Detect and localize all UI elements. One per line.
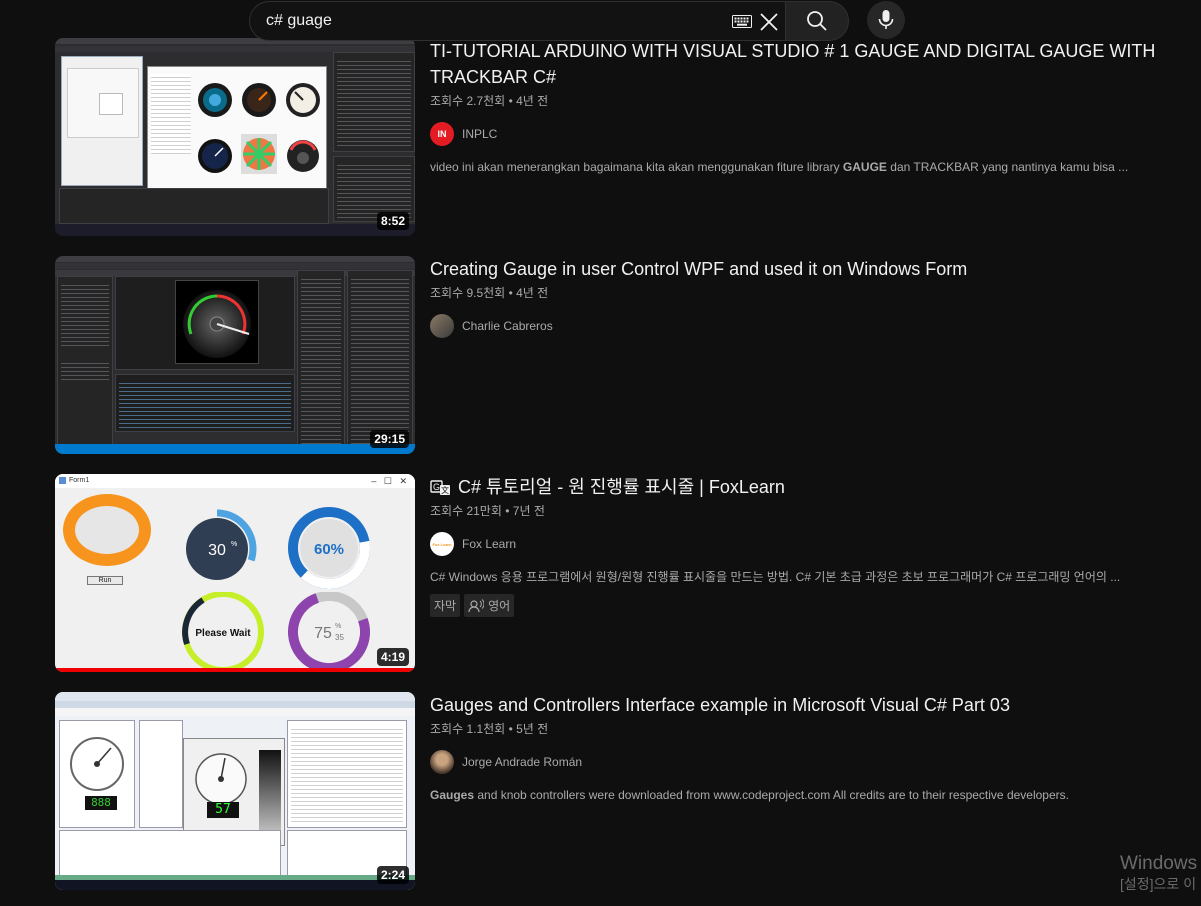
video-meta: 조회수 2.7천회 • 4년 전 <box>430 92 1170 110</box>
progress-60: 60% <box>288 507 370 589</box>
view-count: 조회수 9.5천회 <box>430 286 506 300</box>
view-count: 조회수 2.7천회 <box>430 94 506 108</box>
svg-text:%: % <box>335 623 341 630</box>
thumbnail-image: Form1 – ☐ ✕ Run 30 % 60% Please Wait 75 … <box>55 474 415 672</box>
window-title: Form1 <box>55 474 415 488</box>
window-controls-icon: – ☐ ✕ <box>371 476 407 486</box>
video-title[interactable]: Creating Gauge in user Control WPF and u… <box>430 256 1170 282</box>
meta-separator: • <box>508 94 513 108</box>
activation-watermark: Windows [설정]으로 이 <box>1120 853 1197 893</box>
progress-75: 75 % 35 <box>288 592 370 672</box>
meta-separator: • <box>505 504 510 518</box>
watermark-line: [설정]으로 이 <box>1120 876 1197 892</box>
digital-display: 57 <box>207 802 239 818</box>
channel-link[interactable]: Fox Learn Fox Learn <box>430 532 1170 556</box>
avatar-label: Fox Learn <box>432 541 452 547</box>
channel-link[interactable]: IN INPLC <box>430 122 1170 146</box>
video-description: C# Windows 응용 프로그램에서 원형/원형 진행률 표시줄을 만드는 … <box>430 570 1121 584</box>
video-title[interactable]: Gauges and Controllers Interface example… <box>430 692 1170 718</box>
orange-ring <box>63 494 151 566</box>
video-info: G 文 C# 튜토리얼 - 원 진행률 표시줄 | FoxLearn 조회수 2… <box>430 474 1170 617</box>
please-wait-indicator: Please Wait <box>182 592 264 672</box>
video-meta: 조회수 1.1천회 • 5년 전 <box>430 720 1170 738</box>
thumbnail-image <box>55 256 415 454</box>
channel-name[interactable]: Charlie Cabreros <box>462 319 553 333</box>
svg-text:35: 35 <box>335 633 344 642</box>
view-count: 조회수 21만회 <box>430 504 502 518</box>
channel-link[interactable]: Charlie Cabreros <box>430 314 1170 338</box>
avatar-label: IN <box>437 129 447 139</box>
description-text: video ini akan menerangkan bagaimana kit… <box>430 160 843 174</box>
video-thumbnail[interactable]: 8:52 <box>55 38 415 236</box>
svg-text:60%: 60% <box>314 541 344 558</box>
progress-30: 30 % <box>179 509 257 587</box>
video-meta: 조회수 9.5천회 • 4년 전 <box>430 284 1170 302</box>
upload-age: 4년 전 <box>516 94 549 108</box>
channel-link[interactable]: Jorge Andrade Román <box>430 750 1170 774</box>
video-duration: 2:24 <box>376 866 409 884</box>
language-label: 영어 <box>488 599 511 613</box>
video-description: video ini akan menerangkan bagaimana kit… <box>430 158 1170 176</box>
video-title[interactable]: TI-TUTORIAL ARDUINO WITH VISUAL STUDIO #… <box>430 38 1170 90</box>
thumbnail-image <box>55 38 415 236</box>
video-thumbnail[interactable]: 888 57 2:24 <box>55 692 415 890</box>
search-button[interactable] <box>785 1 849 41</box>
voice-search-button[interactable] <box>867 1 905 39</box>
app-icon <box>59 477 66 484</box>
badge-row: 자막 영어 <box>430 594 1170 617</box>
channel-name[interactable]: Fox Learn <box>462 537 516 551</box>
video-duration: 8:52 <box>376 212 409 230</box>
progress-bar <box>55 668 415 672</box>
video-meta: 조회수 21만회 • 7년 전 <box>430 502 1170 520</box>
watermark-line: Windows <box>1120 853 1198 874</box>
video-title-text[interactable]: C# 튜토리얼 - 원 진행률 표시줄 | FoxLearn <box>458 474 785 500</box>
view-count: 조회수 1.1천회 <box>430 722 506 736</box>
svg-text:%: % <box>231 541 237 548</box>
video-description: Gauges and knob controllers were downloa… <box>430 786 1170 804</box>
search-box[interactable] <box>249 1 785 41</box>
video-info: Gauges and Controllers Interface example… <box>430 692 1170 804</box>
video-info: Creating Gauge in user Control WPF and u… <box>430 256 1170 338</box>
close-icon[interactable] <box>758 11 780 33</box>
svg-text:G: G <box>433 482 440 492</box>
channel-name[interactable]: INPLC <box>462 127 497 141</box>
video-duration: 4:19 <box>376 648 409 666</box>
video-thumbnail[interactable]: 29:15 <box>55 256 415 454</box>
upload-age: 7년 전 <box>512 504 545 518</box>
video-thumbnail[interactable]: Form1 – ☐ ✕ Run 30 % 60% Please Wait 75 … <box>55 474 415 672</box>
svg-text:文: 文 <box>441 485 449 495</box>
svg-text:Please Wait: Please Wait <box>195 628 251 639</box>
thumbnail-image: 888 57 <box>55 692 415 890</box>
description-highlight: GAUGE <box>842 160 887 174</box>
subtitles-badge: 자막 <box>430 594 461 617</box>
svg-text:75: 75 <box>314 625 332 642</box>
description-text: dan TRACKBAR yang nantinya kamu bisa ... <box>886 160 1129 174</box>
avatar[interactable]: Fox Learn <box>430 532 454 556</box>
svg-text:30: 30 <box>208 542 226 559</box>
search-icon <box>807 11 827 31</box>
description-text: and knob controllers were downloaded fro… <box>474 788 1069 802</box>
video-duration: 29:15 <box>370 430 409 448</box>
keyboard-icon[interactable] <box>732 15 752 28</box>
search-input[interactable] <box>266 12 706 30</box>
voice-translate-icon <box>468 598 485 612</box>
language-badge: 영어 <box>464 594 515 617</box>
search-bar <box>249 1 849 41</box>
upload-age: 4년 전 <box>516 286 549 300</box>
avatar[interactable]: IN <box>430 122 454 146</box>
digital-display: 888 <box>85 796 117 810</box>
video-info: TI-TUTORIAL ARDUINO WITH VISUAL STUDIO #… <box>430 38 1170 176</box>
auto-translate-icon: G 文 <box>430 480 450 495</box>
meta-separator: • <box>508 722 513 736</box>
avatar[interactable] <box>430 750 454 774</box>
avatar[interactable] <box>430 314 454 338</box>
meta-separator: • <box>508 286 513 300</box>
microphone-icon <box>878 10 894 29</box>
description-highlight: Gauges <box>430 788 475 802</box>
video-title[interactable]: G 文 C# 튜토리얼 - 원 진행률 표시줄 | FoxLearn <box>430 474 1170 500</box>
run-button: Run <box>87 576 123 585</box>
channel-name[interactable]: Jorge Andrade Román <box>462 755 582 769</box>
upload-age: 5년 전 <box>516 722 549 736</box>
